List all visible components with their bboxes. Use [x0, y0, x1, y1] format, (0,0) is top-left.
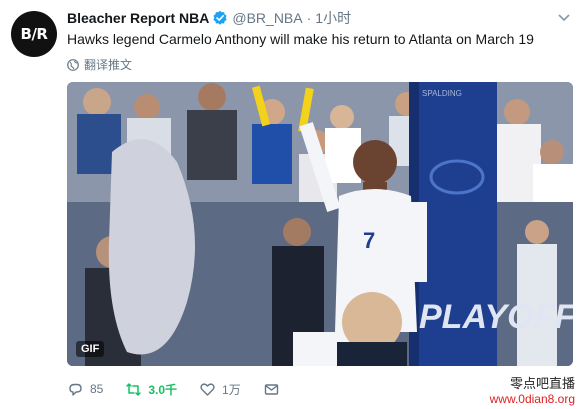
watermark: 零点吧直播 www.0dian8.org [489, 377, 575, 407]
tweet-header: Bleacher Report NBA @BR_NBA · 1小时 [67, 9, 351, 27]
like-count: 1万 [222, 382, 241, 397]
retweet-count: 3.0千 [148, 382, 178, 397]
reply-icon [69, 383, 82, 396]
reply-button[interactable]: 85 [67, 381, 103, 398]
tweet-text: Hawks legend Carmelo Anthony will make h… [67, 31, 534, 47]
spalding-text: SPALDING [422, 89, 462, 98]
timestamp[interactable]: 1小时 [315, 8, 351, 28]
like-button[interactable]: 1万 [199, 381, 241, 398]
separator-dot: · [306, 10, 312, 26]
display-name[interactable]: Bleacher Report NBA [67, 10, 209, 26]
avatar-text: B/R [20, 25, 48, 43]
heart-icon [200, 382, 215, 396]
translate-tweet-link[interactable]: 翻译推文 [67, 56, 132, 73]
watermark-title: 零点吧直播 [509, 377, 575, 392]
message-button[interactable] [263, 381, 286, 398]
watermark-url: www.0dian8.org [489, 392, 575, 406]
reply-count: 85 [90, 382, 104, 396]
jersey-number: 7 [363, 228, 375, 253]
verified-badge-icon [212, 10, 228, 26]
tweet-actions: 85 3.0千 1万 [67, 378, 308, 400]
retweet-button[interactable]: 3.0千 [125, 381, 177, 398]
user-handle[interactable]: @BR_NBA [232, 10, 302, 26]
avatar[interactable]: B/R [11, 11, 57, 57]
gif-badge: GIF [76, 341, 105, 357]
gif-media[interactable]: 7 SPALDING PLAYOFFS GIF [67, 82, 573, 366]
retweet-icon [126, 382, 142, 396]
mail-icon [264, 383, 278, 395]
chevron-down-icon[interactable] [557, 10, 571, 22]
tweet-card[interactable]: B/R Bleacher Report NBA @BR_NBA · 1小时 Ha… [0, 0, 581, 409]
playoffs-text: PLAYOFFS [419, 298, 573, 336]
translate-label: 翻译推文 [84, 58, 133, 72]
globe-icon [67, 58, 79, 71]
